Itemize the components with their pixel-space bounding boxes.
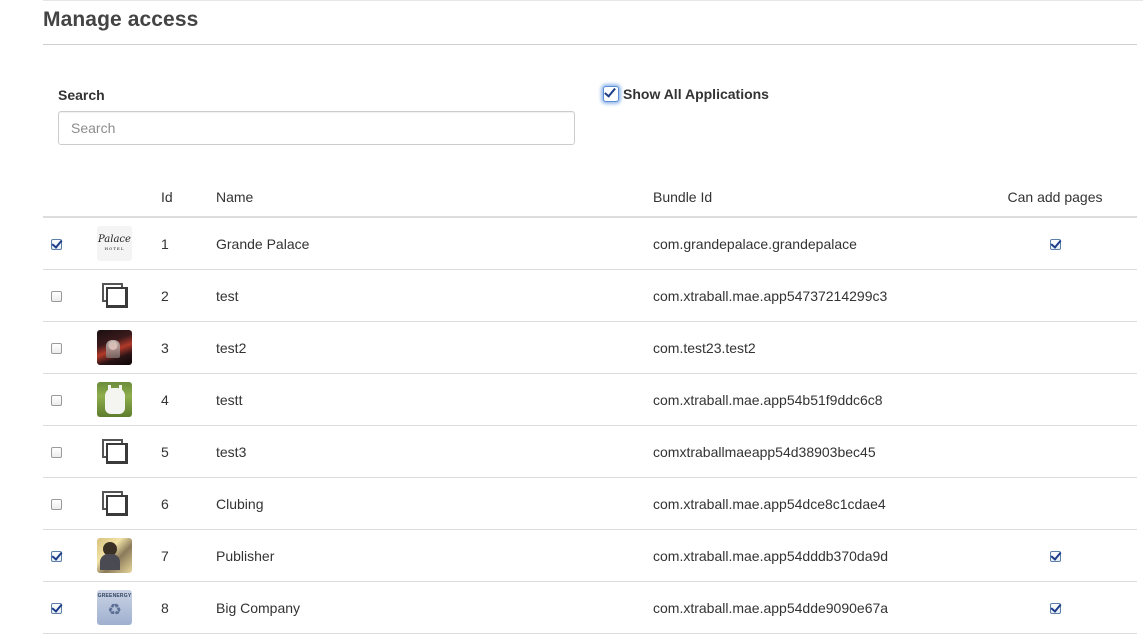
row-select-checkbox[interactable]: [51, 343, 62, 355]
palace-logo-text: Palace: [98, 233, 131, 245]
row-image-cell: [91, 321, 161, 374]
row-name: Publisher: [216, 529, 653, 582]
header-bundle-id: Bundle Id: [653, 178, 973, 218]
row-id: 1: [161, 217, 216, 270]
row-id: 3: [161, 321, 216, 374]
row-can-add-pages-cell: [973, 217, 1137, 270]
publisher-photo-icon: [97, 538, 132, 573]
palace-logo-subtext: HOTEL: [104, 245, 125, 251]
show-all-applications-label[interactable]: Show All Applications: [623, 86, 769, 102]
row-image-cell: [91, 269, 161, 322]
can-add-pages-checkbox[interactable]: [1049, 603, 1061, 615]
row-image-cell: [91, 477, 161, 530]
row-name: test3: [216, 425, 653, 478]
row-id: 2: [161, 269, 216, 322]
title-divider: [43, 44, 1137, 45]
row-image-cell: GREENERGY ♻: [91, 581, 161, 634]
header-image: [91, 178, 161, 218]
header-id: Id: [161, 178, 216, 218]
row-select-checkbox[interactable]: [51, 239, 62, 251]
row-select-cell: [43, 581, 91, 634]
row-select-cell: [43, 477, 91, 530]
row-id: 5: [161, 425, 216, 478]
palace-hotel-logo-icon: Palace HOTEL: [97, 226, 132, 261]
row-can-add-pages-cell: [973, 581, 1137, 634]
row-can-add-pages-cell: [973, 425, 1137, 478]
row-select-checkbox[interactable]: [51, 603, 62, 615]
row-bundle-id: com.test23.test2: [653, 321, 973, 374]
row-select-checkbox[interactable]: [51, 447, 62, 459]
show-all-applications-checkbox[interactable]: [603, 86, 619, 102]
row-id: 8: [161, 581, 216, 634]
row-bundle-id: com.grandepalace.grandepalace: [653, 217, 973, 270]
row-bundle-id: com.xtraball.mae.app54737214299c3: [653, 269, 973, 322]
table-row: 5 test3 comxtraballmaeapp54d38903bec45: [43, 425, 1137, 478]
search-input[interactable]: [58, 111, 575, 145]
table-row: 3 test2 com.test23.test2: [43, 321, 1137, 374]
table-row: 4 testt com.xtraball.mae.app54b51f9ddc6c8: [43, 373, 1137, 426]
image-placeholder-icon: [97, 434, 132, 469]
row-can-add-pages-cell: [973, 477, 1137, 530]
row-can-add-pages-cell: [973, 529, 1137, 582]
image-placeholder-icon: [97, 486, 132, 521]
table-row: GREENERGY ♻ 8 Big Company com.xtraball.mae.a…: [43, 581, 1137, 634]
header-can-add-pages: Can add pages: [973, 178, 1137, 218]
manage-access-page: Manage access Search Show All Applicatio…: [0, 0, 1143, 636]
table-row: 6 Clubing com.xtraball.mae.app54dce8c1cdae…: [43, 477, 1137, 530]
row-image-cell: [91, 529, 161, 582]
row-name: Grande Palace: [216, 217, 653, 270]
can-add-pages-checkbox[interactable]: [1049, 239, 1061, 251]
row-can-add-pages-cell: [973, 373, 1137, 426]
show-all-applications-toggle[interactable]: Show All Applications: [603, 86, 769, 102]
row-id: 4: [161, 373, 216, 426]
row-name: testt: [216, 373, 653, 426]
white-dog-photo-icon: [97, 382, 132, 417]
row-can-add-pages-cell: [973, 269, 1137, 322]
can-add-pages-checkbox[interactable]: [1049, 551, 1061, 563]
row-select-cell: [43, 373, 91, 426]
row-select-cell: [43, 217, 91, 270]
row-bundle-id: com.xtraball.mae.app54dce8c1cdae4: [653, 477, 973, 530]
row-id: 7: [161, 529, 216, 582]
row-select-cell: [43, 529, 91, 582]
row-bundle-id: com.xtraball.mae.app54b51f9ddc6c8: [653, 373, 973, 426]
row-select-checkbox[interactable]: [51, 499, 62, 511]
row-select-cell: [43, 269, 91, 322]
row-select-cell: [43, 425, 91, 478]
table-row: 7 Publisher com.xtraball.mae.app54dddb370d…: [43, 529, 1137, 582]
top-divider: [43, 0, 1143, 1]
header-select: [43, 178, 91, 218]
row-select-cell: [43, 321, 91, 374]
row-bundle-id: com.xtraball.mae.app54dde9090e67a: [653, 581, 973, 634]
row-bundle-id: comxtraballmaeapp54d38903bec45: [653, 425, 973, 478]
search-label: Search: [58, 87, 105, 103]
recycle-symbol-icon: ♻: [107, 602, 122, 619]
greenergy-logo-text: GREENERGY: [97, 593, 132, 599]
row-can-add-pages-cell: [973, 321, 1137, 374]
table-row: 2 test com.xtraball.mae.app54737214299c3: [43, 269, 1137, 322]
row-select-checkbox[interactable]: [51, 551, 62, 563]
row-image-cell: [91, 425, 161, 478]
page-title: Manage access: [43, 8, 199, 31]
row-select-checkbox[interactable]: [51, 395, 62, 407]
row-id: 6: [161, 477, 216, 530]
row-bundle-id: com.xtraball.mae.app54dddb370da9d: [653, 529, 973, 582]
concert-photo-icon: [97, 330, 132, 365]
greenergy-logo-icon: GREENERGY ♻: [97, 590, 132, 625]
row-name: test: [216, 269, 653, 322]
row-name: Clubing: [216, 477, 653, 530]
image-placeholder-icon: [97, 278, 132, 313]
table-header-row: Id Name Bundle Id Can add pages: [43, 178, 1137, 218]
row-name: Big Company: [216, 581, 653, 634]
applications-table: Id Name Bundle Id Can add pages Palace HO…: [43, 178, 1137, 634]
row-image-cell: Palace HOTEL: [91, 217, 161, 270]
table-row: Palace HOTEL 1 Grande Palace com.grandepalac…: [43, 217, 1137, 270]
row-name: test2: [216, 321, 653, 374]
row-image-cell: [91, 373, 161, 426]
header-name: Name: [216, 178, 653, 218]
row-select-checkbox[interactable]: [51, 291, 62, 303]
